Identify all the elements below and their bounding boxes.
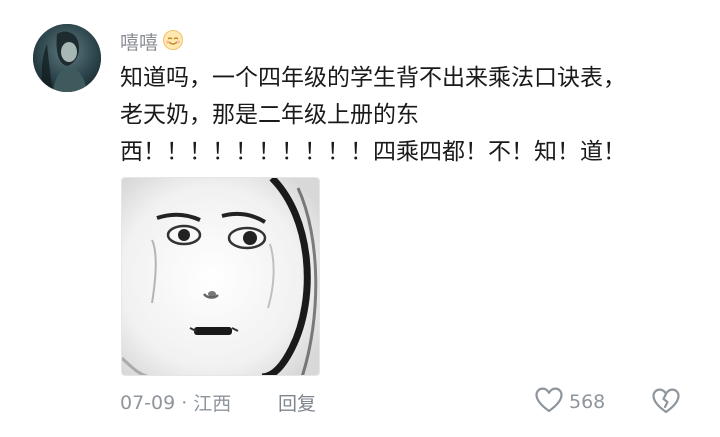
dislike-button[interactable] xyxy=(652,388,680,418)
comment-meta: 07-09 · 江西 xyxy=(120,389,231,416)
comment-date: 07-09 xyxy=(120,391,176,414)
meme-face-sticker[interactable] xyxy=(121,177,320,376)
comment-text: 知道吗，一个四年级的学生背不出来乘法口诀表， 老天奶，那是二年级上册的东 西！！… xyxy=(120,60,680,171)
username[interactable]: 嘻嘻 xyxy=(120,28,158,55)
meta-separator: · xyxy=(181,391,188,414)
smiling-face-emoji-icon xyxy=(162,29,184,55)
like-count: 568 xyxy=(569,391,606,413)
comment-location: 江西 xyxy=(193,393,232,415)
heart-outline-icon xyxy=(535,387,563,417)
like-button[interactable]: 568 xyxy=(535,387,605,417)
comment-line: 老天奶，那是二年级上册的东 xyxy=(120,102,419,128)
username-row: 嘻嘻 xyxy=(120,28,184,55)
comment-line: 知道吗，一个四年级的学生背不出来乘法口诀表， xyxy=(120,65,626,91)
comment-line: 西！！！！！！！！！！四乘四都！不！知！道！ xyxy=(120,139,626,165)
broken-heart-icon xyxy=(652,388,680,418)
reply-button[interactable]: 回复 xyxy=(278,389,316,416)
user-avatar[interactable] xyxy=(33,24,101,92)
